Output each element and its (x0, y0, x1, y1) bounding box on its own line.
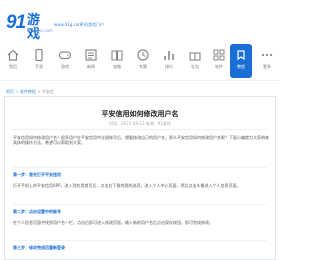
nav-item-guides[interactable]: 攻略 (106, 44, 128, 78)
nav-item-gifts[interactable]: 礼包 (184, 44, 206, 78)
nav-item-tutorials[interactable]: 教程 (230, 44, 252, 78)
nav-item-games[interactable]: 游戏 (54, 44, 76, 78)
article-title: 平安信用如何修改用户名 (101, 110, 179, 118)
nav-label: 更多 (263, 64, 271, 69)
home-icon (7, 49, 19, 61)
breadcrumb-current: 平安信 (41, 89, 54, 94)
section-divider (13, 240, 267, 241)
nav-label: 攻略 (113, 64, 121, 69)
article-card: 平安信用如何修改用户名 时间：2021-08-12 来源：91游戏 平安信用如何… (4, 96, 276, 260)
section-divider (13, 204, 267, 205)
site-url[interactable]: www.91g.com (54, 22, 82, 27)
article-meta: 时间：2021-08-12 来源：91游戏 (109, 121, 171, 126)
logo-number: 91 (6, 12, 26, 33)
nav-item-mobile-games[interactable]: 手游 (28, 44, 50, 78)
more-icon (261, 53, 273, 57)
app-icon (213, 49, 225, 61)
news-icon (85, 49, 97, 61)
nav-label: 游戏 (61, 64, 69, 69)
breadcrumb-separator: > (15, 89, 19, 94)
nav-divider (0, 80, 280, 81)
step-heading: 第一步：首先打开平安信用 (13, 172, 61, 177)
step-text: 打开手机上的平安信用APP，进入到应用首页后，点击右下角的我的选项，进入个人中心… (13, 183, 241, 188)
site-logo[interactable]: 91 游戏 91youxi.com (6, 12, 53, 42)
nav-label: 软件 (215, 64, 223, 69)
nav-label: 手游 (35, 64, 43, 69)
nav-item-rankings[interactable]: 排行 (158, 44, 180, 78)
site-header: 91 游戏 91youxi.com www.91g.com 手机游戏门户 (0, 0, 280, 42)
article-intro: 平安信用如何修改用户名？很多用户在平安信用中注册账号后，想要修改自己的用户名，那… (13, 135, 269, 145)
nav-label: 首页 (9, 64, 17, 69)
breadcrumb-section[interactable]: 软件教程 (20, 89, 36, 94)
gift-icon (189, 52, 201, 61)
guide-icon (111, 50, 123, 61)
nav-label: 教程 (237, 64, 245, 69)
nav-label: 礼包 (191, 64, 199, 69)
nav-label: 专题 (139, 64, 147, 69)
tutorial-icon (237, 50, 245, 61)
topic-icon (137, 49, 149, 61)
article-divider (13, 129, 267, 130)
nav-item-home[interactable]: 首页 (2, 44, 24, 78)
nav-item-topics[interactable]: 专题 (132, 44, 154, 78)
breadcrumb-home[interactable]: 首页 (6, 89, 14, 94)
step-heading: 第三步：修改完成后重新登录 (13, 245, 65, 250)
gamepad-icon (35, 48, 43, 62)
step-text: 在个人信息页面中找到用户名一栏，点击后即可进入修改页面，输入新的用户名后点击保存… (13, 220, 213, 225)
rank-icon (164, 51, 174, 60)
main-nav: 首页 手游 游戏 新闻 攻略 专题 排行 礼包 软件 教程 更多 (0, 44, 280, 78)
site-slogan: 手机游戏门户 (80, 22, 104, 27)
nav-item-more[interactable]: 更多 (256, 44, 278, 78)
nav-item-news[interactable]: 新闻 (80, 44, 102, 78)
section-divider (13, 167, 267, 168)
breadcrumb: 首页 > 软件教程 > 平安信 (6, 89, 54, 95)
breadcrumb-separator: > (37, 89, 41, 94)
nav-label: 新闻 (87, 64, 95, 69)
nav-item-apps[interactable]: 软件 (208, 44, 230, 78)
step-heading: 第二步：点击设置中的账号 (13, 209, 61, 214)
logo-subtext: 91youxi.com (27, 28, 53, 33)
nav-label: 排行 (165, 64, 173, 69)
game-icon (58, 51, 72, 60)
